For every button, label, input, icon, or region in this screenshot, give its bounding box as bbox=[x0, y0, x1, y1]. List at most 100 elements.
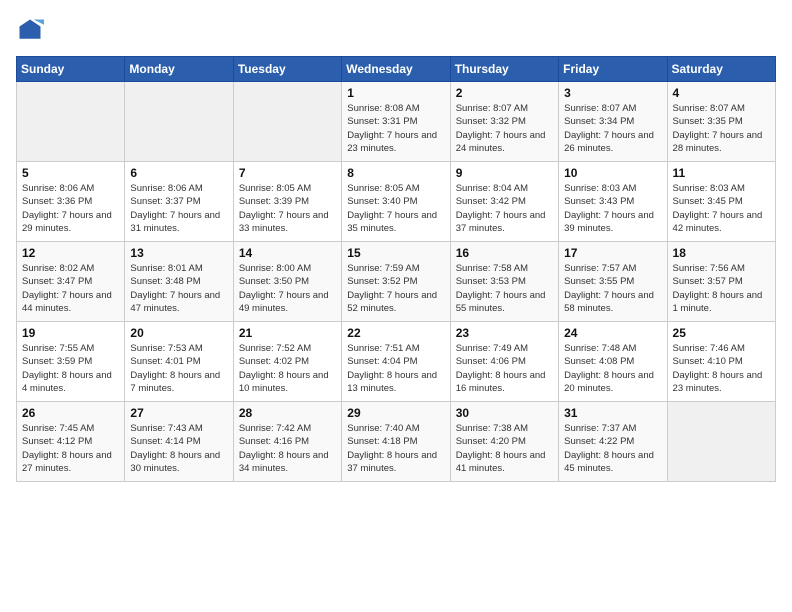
calendar-cell: 29 Sunrise: 7:40 AM Sunset: 4:18 PM Dayli… bbox=[342, 402, 450, 482]
header-friday: Friday bbox=[559, 57, 667, 82]
calendar-cell bbox=[17, 82, 125, 162]
day-info: Sunrise: 8:03 AM Sunset: 3:45 PM Dayligh… bbox=[673, 182, 770, 235]
day-info: Sunrise: 8:04 AM Sunset: 3:42 PM Dayligh… bbox=[456, 182, 553, 235]
week-row-3: 12 Sunrise: 8:02 AM Sunset: 3:47 PM Dayli… bbox=[17, 242, 776, 322]
calendar-cell: 21Sunrise: 7:52 AM Sunset: 4:02 PM Dayli… bbox=[233, 322, 341, 402]
day-number: 12 bbox=[22, 246, 119, 260]
day-number: 31 bbox=[564, 406, 661, 420]
day-info: Sunrise: 8:06 AM Sunset: 3:36 PM Dayligh… bbox=[22, 182, 119, 235]
day-number: 23 bbox=[456, 326, 553, 340]
calendar-cell bbox=[233, 82, 341, 162]
calendar-cell: 7 Sunrise: 8:05 AM Sunset: 3:39 PM Daylig… bbox=[233, 162, 341, 242]
calendar-cell: 5 Sunrise: 8:06 AM Sunset: 3:36 PM Daylig… bbox=[17, 162, 125, 242]
day-info: Sunrise: 7:59 AM Sunset: 3:52 PM Dayligh… bbox=[347, 262, 444, 315]
day-info: Sunrise: 8:02 AM Sunset: 3:47 PM Dayligh… bbox=[22, 262, 119, 315]
day-number: 10 bbox=[564, 166, 661, 180]
day-number: 22 bbox=[347, 326, 444, 340]
calendar-cell: 2 Sunrise: 8:07 AM Sunset: 3:32 PM Daylig… bbox=[450, 82, 558, 162]
calendar-cell: 27 Sunrise: 7:43 AM Sunset: 4:14 PM Dayli… bbox=[125, 402, 233, 482]
header-row: Sunday Monday Tuesday Wednesday Thursday… bbox=[17, 57, 776, 82]
day-info: Sunrise: 7:53 AM Sunset: 4:01 PM Dayligh… bbox=[130, 342, 227, 395]
day-number: 29 bbox=[347, 406, 444, 420]
day-number: 7 bbox=[239, 166, 336, 180]
calendar-cell: 20 Sunrise: 7:53 AM Sunset: 4:01 PM Dayli… bbox=[125, 322, 233, 402]
calendar-cell bbox=[125, 82, 233, 162]
day-number: 3 bbox=[564, 86, 661, 100]
calendar-cell: 6 Sunrise: 8:06 AM Sunset: 3:37 PM Daylig… bbox=[125, 162, 233, 242]
day-info: Sunrise: 7:40 AM Sunset: 4:18 PM Dayligh… bbox=[347, 422, 444, 475]
header-sunday: Sunday bbox=[17, 57, 125, 82]
day-number: 26 bbox=[22, 406, 119, 420]
week-row-1: 1 Sunrise: 8:08 AM Sunset: 3:31 PM Daylig… bbox=[17, 82, 776, 162]
day-number: 24 bbox=[564, 326, 661, 340]
calendar-cell: 15 Sunrise: 7:59 AM Sunset: 3:52 PM Dayli… bbox=[342, 242, 450, 322]
calendar-header: Sunday Monday Tuesday Wednesday Thursday… bbox=[17, 57, 776, 82]
calendar-cell: 25 Sunrise: 7:46 AM Sunset: 4:10 PM Dayli… bbox=[667, 322, 775, 402]
day-number: 28 bbox=[239, 406, 336, 420]
calendar-cell: 19Sunrise: 7:55 AM Sunset: 3:59 PM Dayli… bbox=[17, 322, 125, 402]
calendar-cell: 22Sunrise: 7:51 AM Sunset: 4:04 PM Dayli… bbox=[342, 322, 450, 402]
page-header bbox=[16, 16, 776, 44]
day-number: 11 bbox=[673, 166, 770, 180]
day-info: Sunrise: 7:48 AM Sunset: 4:08 PM Dayligh… bbox=[564, 342, 661, 395]
day-info: Sunrise: 8:07 AM Sunset: 3:32 PM Dayligh… bbox=[456, 102, 553, 155]
calendar-body: 1 Sunrise: 8:08 AM Sunset: 3:31 PM Daylig… bbox=[17, 82, 776, 482]
day-info: Sunrise: 8:06 AM Sunset: 3:37 PM Dayligh… bbox=[130, 182, 227, 235]
logo bbox=[16, 16, 48, 44]
calendar-cell bbox=[667, 402, 775, 482]
day-number: 30 bbox=[456, 406, 553, 420]
logo-icon bbox=[16, 16, 44, 44]
calendar-cell: 4 Sunrise: 8:07 AM Sunset: 3:35 PM Daylig… bbox=[667, 82, 775, 162]
calendar-cell: 8Sunrise: 8:05 AM Sunset: 3:40 PM Daylig… bbox=[342, 162, 450, 242]
calendar-table: Sunday Monday Tuesday Wednesday Thursday… bbox=[16, 56, 776, 482]
calendar-cell: 1 Sunrise: 8:08 AM Sunset: 3:31 PM Daylig… bbox=[342, 82, 450, 162]
calendar-cell: 30 Sunrise: 7:38 AM Sunset: 4:20 PM Dayli… bbox=[450, 402, 558, 482]
day-info: Sunrise: 8:03 AM Sunset: 3:43 PM Dayligh… bbox=[564, 182, 661, 235]
calendar-cell: 23 Sunrise: 7:49 AM Sunset: 4:06 PM Dayli… bbox=[450, 322, 558, 402]
day-number: 1 bbox=[347, 86, 444, 100]
day-info: Sunrise: 7:57 AM Sunset: 3:55 PM Dayligh… bbox=[564, 262, 661, 315]
day-info: Sunrise: 8:05 AM Sunset: 3:39 PM Dayligh… bbox=[239, 182, 336, 235]
day-number: 25 bbox=[673, 326, 770, 340]
calendar-cell: 9Sunrise: 8:04 AM Sunset: 3:42 PM Daylig… bbox=[450, 162, 558, 242]
day-number: 16 bbox=[456, 246, 553, 260]
day-number: 19 bbox=[22, 326, 119, 340]
header-thursday: Thursday bbox=[450, 57, 558, 82]
day-number: 27 bbox=[130, 406, 227, 420]
calendar-cell: 14 Sunrise: 8:00 AM Sunset: 3:50 PM Dayli… bbox=[233, 242, 341, 322]
day-info: Sunrise: 7:42 AM Sunset: 4:16 PM Dayligh… bbox=[239, 422, 336, 475]
day-info: Sunrise: 7:37 AM Sunset: 4:22 PM Dayligh… bbox=[564, 422, 661, 475]
day-info: Sunrise: 7:43 AM Sunset: 4:14 PM Dayligh… bbox=[130, 422, 227, 475]
calendar-cell: 28 Sunrise: 7:42 AM Sunset: 4:16 PM Dayli… bbox=[233, 402, 341, 482]
day-number: 15 bbox=[347, 246, 444, 260]
day-number: 17 bbox=[564, 246, 661, 260]
day-number: 14 bbox=[239, 246, 336, 260]
calendar-cell: 17 Sunrise: 7:57 AM Sunset: 3:55 PM Dayli… bbox=[559, 242, 667, 322]
calendar-cell: 10 Sunrise: 8:03 AM Sunset: 3:43 PM Dayli… bbox=[559, 162, 667, 242]
calendar-cell: 26 Sunrise: 7:45 AM Sunset: 4:12 PM Dayli… bbox=[17, 402, 125, 482]
day-info: Sunrise: 7:56 AM Sunset: 3:57 PM Dayligh… bbox=[673, 262, 770, 315]
day-info: Sunrise: 7:46 AM Sunset: 4:10 PM Dayligh… bbox=[673, 342, 770, 395]
day-info: Sunrise: 7:58 AM Sunset: 3:53 PM Dayligh… bbox=[456, 262, 553, 315]
day-info: Sunrise: 8:01 AM Sunset: 3:48 PM Dayligh… bbox=[130, 262, 227, 315]
calendar-cell: 11 Sunrise: 8:03 AM Sunset: 3:45 PM Dayli… bbox=[667, 162, 775, 242]
week-row-2: 5 Sunrise: 8:06 AM Sunset: 3:36 PM Daylig… bbox=[17, 162, 776, 242]
day-info: Sunrise: 8:07 AM Sunset: 3:34 PM Dayligh… bbox=[564, 102, 661, 155]
day-number: 2 bbox=[456, 86, 553, 100]
day-info: Sunrise: 8:05 AM Sunset: 3:40 PM Dayligh… bbox=[347, 182, 444, 235]
day-info: Sunrise: 7:49 AM Sunset: 4:06 PM Dayligh… bbox=[456, 342, 553, 395]
header-saturday: Saturday bbox=[667, 57, 775, 82]
day-info: Sunrise: 8:08 AM Sunset: 3:31 PM Dayligh… bbox=[347, 102, 444, 155]
header-tuesday: Tuesday bbox=[233, 57, 341, 82]
header-wednesday: Wednesday bbox=[342, 57, 450, 82]
day-info: Sunrise: 8:00 AM Sunset: 3:50 PM Dayligh… bbox=[239, 262, 336, 315]
day-number: 4 bbox=[673, 86, 770, 100]
day-info: Sunrise: 8:07 AM Sunset: 3:35 PM Dayligh… bbox=[673, 102, 770, 155]
day-number: 18 bbox=[673, 246, 770, 260]
day-number: 5 bbox=[22, 166, 119, 180]
day-number: 20 bbox=[130, 326, 227, 340]
day-info: Sunrise: 7:38 AM Sunset: 4:20 PM Dayligh… bbox=[456, 422, 553, 475]
day-info: Sunrise: 7:45 AM Sunset: 4:12 PM Dayligh… bbox=[22, 422, 119, 475]
day-number: 6 bbox=[130, 166, 227, 180]
week-row-5: 26 Sunrise: 7:45 AM Sunset: 4:12 PM Dayli… bbox=[17, 402, 776, 482]
